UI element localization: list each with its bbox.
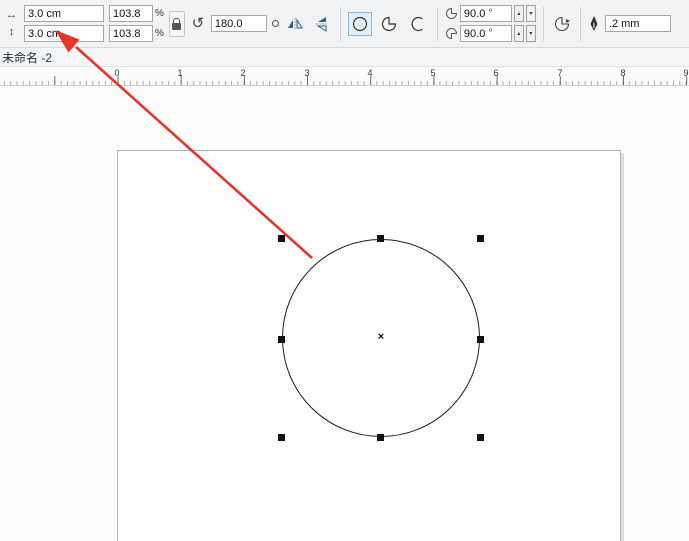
ruler-label: 9: [683, 68, 688, 78]
document-tab[interactable]: 未命名 -2: [0, 49, 52, 66]
mirror-horizontal-button[interactable]: [284, 13, 306, 35]
horizontal-ruler[interactable]: 0 1 2 3 4 5 6 7 8 9: [0, 67, 689, 86]
end-angle-icon: [445, 27, 458, 40]
mirror-vertical-button[interactable]: [311, 13, 333, 35]
size-icon-group: ↔ ↕: [4, 8, 19, 39]
lock-ratio-button[interactable]: [169, 11, 185, 37]
mirror-vertical-icon: [315, 15, 329, 33]
ruler-label: 4: [367, 68, 372, 78]
object-width-input[interactable]: [24, 5, 104, 22]
separator: [543, 7, 544, 41]
property-bar: ↔ ↕ % % ↺: [0, 0, 689, 48]
change-direction-icon: [553, 15, 571, 33]
scale-group: % %: [109, 5, 164, 42]
ellipse-icon: [351, 15, 369, 33]
pie-button[interactable]: [377, 12, 401, 36]
start-angle-down-button[interactable]: ▾: [526, 5, 536, 22]
arc-icon: [409, 15, 427, 33]
ruler-label: 3: [304, 68, 309, 78]
ruler-label: 8: [620, 68, 625, 78]
ruler-label: 2: [240, 68, 245, 78]
ruler-label: 5: [430, 68, 435, 78]
object-width-icon: ↔: [4, 8, 19, 22]
workspace: ×: [0, 86, 689, 541]
pie-icon: [380, 15, 398, 33]
selection-handle-bottom-center[interactable]: [377, 434, 384, 441]
object-size-group: [24, 5, 104, 42]
ruler-label: 7: [557, 68, 562, 78]
change-direction-button[interactable]: [551, 13, 573, 35]
selection-handle-mid-left[interactable]: [278, 336, 285, 343]
arc-button[interactable]: [406, 12, 430, 36]
object-height-input[interactable]: [24, 25, 104, 42]
ruler-label: 0: [114, 68, 119, 78]
ruler-ticks: [0, 67, 689, 85]
mirror-horizontal-icon: [286, 17, 304, 31]
document-tab-bar: 未命名 -2: [0, 48, 689, 67]
end-angle-up-button[interactable]: ▴: [514, 25, 524, 42]
ellipse-button[interactable]: [348, 12, 372, 36]
selection-handle-bottom-right[interactable]: [477, 434, 484, 441]
selection-handle-bottom-left[interactable]: [278, 434, 285, 441]
start-angle-icon: [445, 7, 458, 20]
lock-icon: [173, 18, 180, 23]
ruler-label: 1: [177, 68, 182, 78]
scale-x-unit: %: [155, 8, 164, 19]
object-height-icon: ↕: [4, 25, 19, 39]
app-window: ↔ ↕ % % ↺: [0, 0, 689, 541]
selection-handle-top-right[interactable]: [477, 235, 484, 242]
selection-center-marker: ×: [374, 331, 388, 343]
end-angle-down-button[interactable]: ▾: [526, 25, 536, 42]
ruler-label: 6: [493, 68, 498, 78]
selection-handle-top-left[interactable]: [278, 235, 285, 242]
end-angle-input[interactable]: 90.0 °: [460, 25, 512, 42]
separator: [580, 7, 581, 41]
scale-y-input[interactable]: [109, 25, 153, 42]
scale-y-unit: %: [155, 28, 164, 39]
separator: [340, 7, 341, 41]
start-angle-input[interactable]: 90.0 °: [460, 5, 512, 22]
rotate-icon: ↺: [190, 17, 206, 31]
outline-pen-icon: [588, 15, 600, 33]
outline-width-input[interactable]: [605, 15, 671, 32]
scale-x-input[interactable]: [109, 5, 153, 22]
rotation-angle-input[interactable]: [211, 15, 267, 32]
arc-angles-group: 90.0 ° ▴ ▾ 90.0 ° ▴ ▾: [445, 5, 536, 42]
start-angle-up-button[interactable]: ▴: [514, 5, 524, 22]
degree-ring-icon: [272, 20, 279, 27]
selection-handle-top-center[interactable]: [377, 235, 384, 242]
separator: [437, 7, 438, 41]
selection-handle-mid-right[interactable]: [477, 336, 484, 343]
